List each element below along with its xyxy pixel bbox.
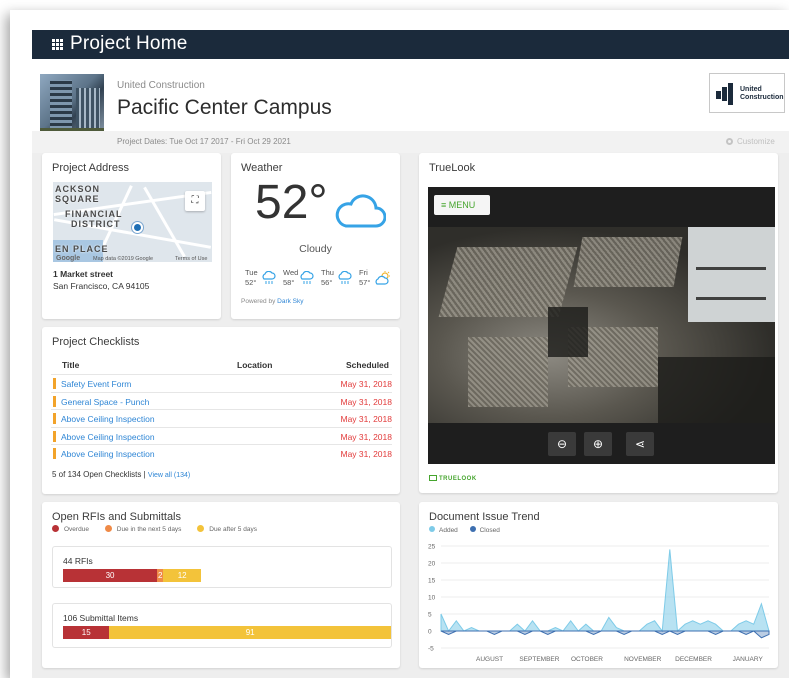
cloud-icon [335,194,386,228]
table-row[interactable]: Above Ceiling Inspection May 31, 2018 [51,409,392,427]
project-name: Pacific Center Campus [117,96,332,119]
rfi-bar: 30 2 12 [63,569,391,582]
y-tick-label: 0 [428,629,432,636]
rain-icon [338,271,352,284]
submittal-group[interactable]: 106 Submittal Items 15 91 [52,603,392,648]
column-header-scheduled[interactable]: Scheduled [346,360,389,370]
gear-icon [726,138,733,145]
app-shell: Project Home United Construction Pacific… [32,30,789,678]
card-title: Project Checklists [52,336,140,348]
logo-mark-icon [716,83,738,105]
card-title: Open RFIs and Submittals [52,511,182,523]
project-header: United Construction Pacific Center Campu… [32,59,789,153]
overdue-segment: 15 [63,626,110,639]
card-title: Weather [241,162,283,174]
y-tick-label: 5 [428,612,432,619]
menu-button[interactable]: ≡ MENU [434,195,490,215]
current-temperature: 52° [255,176,328,229]
rain-icon [262,271,276,284]
address-city: San Francisco, CA 94105 [53,281,150,291]
page-title: Project Home [70,33,188,54]
grid-icon[interactable] [52,39,63,50]
weather-card: Weather 52° Cloudy Tue 52° Wed 58° Thu 56° … [231,153,400,319]
column-header-title[interactable]: Title [62,360,79,370]
open-rfis-card: Open RFIs and Submittals Overdue Due in … [42,502,400,668]
x-tick-label: JANUARY [733,656,764,663]
series-closed-area [440,630,770,639]
checklist-table: Safety Event Form May 31, 2018 General Sp… [51,374,392,462]
x-tick-label: SEPTEMBER [519,656,559,663]
x-tick-label: AUGUST [476,656,503,663]
project-address-card: Project Address ACKSON SQUARE FINANCIAL … [42,153,221,319]
table-row[interactable]: Above Ceiling Inspection May 31, 2018 [51,426,392,445]
overdue-segment: 30 [63,569,158,582]
document-issue-trend-card: Document Issue Trend Added Closed 25 20 15… [419,502,778,668]
dark-sky-link[interactable]: Dark Sky [277,298,303,305]
top-bar: Project Home [32,30,789,59]
y-tick-label: 10 [428,595,436,602]
table-row[interactable]: Safety Event Form May 31, 2018 [51,374,392,392]
rain-icon [300,271,314,284]
rfi-legend: Overdue Due in the next 5 days Due after… [52,525,271,533]
weather-condition: Cloudy [299,243,332,255]
x-tick-label: DECEMBER [675,656,712,663]
truelook-brand: TRUELOOK [429,475,477,482]
card-title: TrueLook [429,162,476,174]
table-row[interactable]: General Space - Punch May 31, 2018 [51,391,392,410]
view-all-link[interactable]: View all (134) [148,472,190,479]
map[interactable]: ACKSON SQUARE FINANCIAL DISTRICT EN PLAC… [53,182,212,262]
y-tick-label: -5 [428,646,434,653]
camera-image [428,227,775,423]
checklists-footer: 5 of 134 Open Checklists | View all (134… [52,470,191,479]
logo-text: United Construction [740,86,784,101]
project-dates: Project Dates: Tue Oct 17 2017 - Fri Oct… [117,137,291,146]
customize-button[interactable]: Customize [726,137,775,146]
project-checklists-card: Project Checklists Title Location Schedu… [42,327,400,494]
submittal-bar: 15 91 [63,626,391,639]
zoom-out-icon[interactable]: ⊖ [548,432,576,456]
address-street: 1 Market street [53,269,114,279]
y-tick-label: 25 [428,544,436,551]
partly-sunny-icon [375,271,390,285]
truelook-logo-icon [429,475,437,481]
share-icon[interactable]: ⋖ [626,432,654,456]
rfi-group[interactable]: 44 RFIs 30 2 12 [52,546,392,588]
camera-viewer[interactable]: ≡ MENU ⊖ ⊕ ⋖ [428,187,775,464]
powered-by: Powered by Dark Sky [241,298,304,305]
location-pin-icon[interactable] [132,222,143,233]
column-header-location[interactable]: Location [237,360,272,370]
y-tick-label: 15 [428,578,436,585]
x-tick-label: OCTOBER [571,656,603,663]
due-later-segment: 12 [163,569,201,582]
project-thumbnail [40,74,104,138]
zoom-in-icon[interactable]: ⊕ [584,432,612,456]
card-title: Project Address [52,162,130,174]
y-tick-label: 20 [428,561,436,568]
table-row[interactable]: Above Ceiling Inspection May 31, 2018 [51,444,392,462]
expand-icon[interactable]: ⛶ [185,191,205,211]
company-name: United Construction [117,80,205,91]
company-logo: United Construction [709,73,785,113]
x-tick-label: NOVEMBER [624,656,662,663]
project-dates-bar: Project Dates: Tue Oct 17 2017 - Fri Oct… [32,131,789,153]
truelook-card: TrueLook ≡ MENU ⊖ ⊕ ⋖ TRUELOOK [419,153,778,493]
series-added-area [440,549,770,633]
trend-chart: 25 20 15 10 5 0 -5 AUGUST SEPTEMBER OCTOBER NOVEMB… [428,544,770,663]
due-later-segment: 91 [109,626,391,639]
